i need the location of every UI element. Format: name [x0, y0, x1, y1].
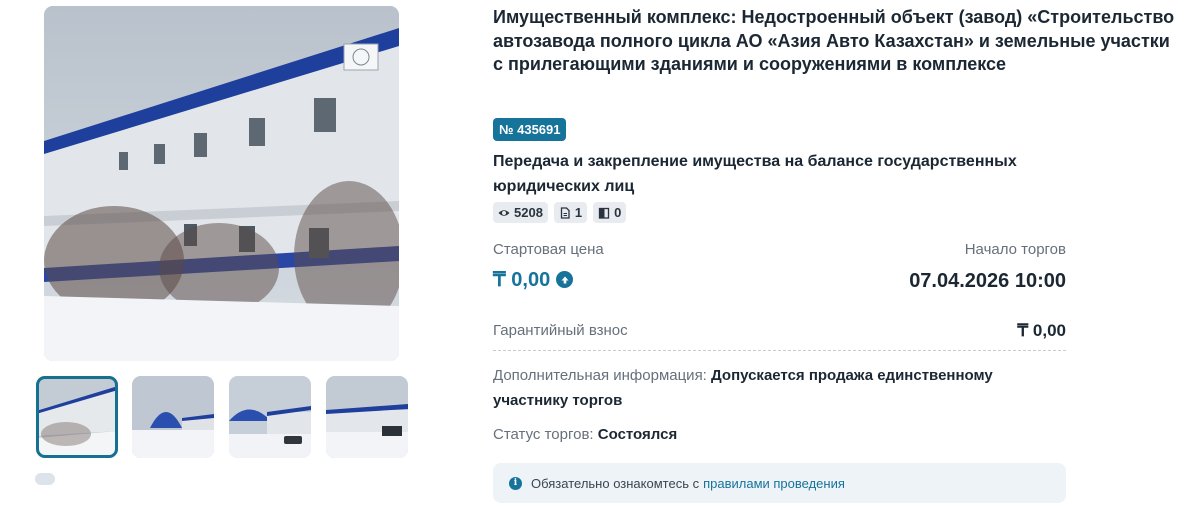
carousel-dot[interactable] — [35, 473, 55, 485]
lot-info: Имущественный комплекс: Недостроенный об… — [493, 6, 1183, 503]
additional-info-label: Дополнительная информация: — [493, 367, 707, 384]
trade-start-date: 07.04.2026 10:00 — [909, 270, 1066, 292]
start-price-value: ₸ 0,00 — [493, 269, 551, 291]
lot-category: Передача и закрепление имущества на бала… — [493, 153, 1017, 195]
deposit-row: Гарантийный взнос ₸ 0,00 — [493, 321, 1066, 351]
carousel-dots — [35, 473, 55, 485]
main-photo[interactable] — [44, 6, 399, 361]
deposit-label: Гарантийный взнос — [493, 322, 628, 339]
additional-info: Дополнительная информация: Допускается п… — [493, 363, 1053, 413]
thumbnail-image — [229, 376, 311, 458]
trade-status-label: Статус торгов: — [493, 426, 594, 443]
applications-count: 0 — [614, 205, 622, 220]
thumbnail-4[interactable] — [326, 376, 408, 458]
info-icon: i — [509, 476, 522, 490]
eye-icon — [498, 209, 510, 216]
thumbnail-strip — [36, 376, 408, 458]
thumbnail-3[interactable] — [229, 376, 311, 458]
start-price: ₸ 0,00 — [493, 267, 574, 292]
rules-notice-text: Обязательно ознакомтесь с — [531, 475, 700, 491]
rules-notice: i Обязательно ознакомтесь с правилами пр… — [493, 463, 1066, 503]
lot-number-badge: № 435691 — [493, 118, 567, 141]
building-photo — [44, 6, 399, 361]
documents-count: 1 — [574, 205, 583, 220]
start-price-label: Стартовая цена — [493, 241, 604, 258]
trade-status: Статус торгов: Состоялся — [493, 426, 677, 443]
thumbnail-1[interactable] — [36, 376, 118, 458]
views-count: 5208 — [514, 205, 543, 220]
views-stat: 5208 — [493, 202, 548, 223]
trade-start-label: Начало торгов — [964, 241, 1066, 258]
thumbnail-image — [36, 376, 118, 458]
arrow-up-circle-icon[interactable] — [556, 271, 574, 288]
applications-stat: 0 — [593, 202, 627, 223]
deposit-value: ₸ 0,00 — [1017, 321, 1066, 340]
thumbnail-image — [326, 376, 408, 458]
lot-title: Имущественный комплекс: Недостроенный об… — [493, 7, 1175, 74]
trade-status-value: Состоялся — [597, 426, 678, 443]
door-icon — [599, 207, 610, 219]
lot-stats: 5208 1 0 — [493, 202, 627, 223]
documents-stat[interactable]: 1 — [553, 202, 588, 223]
document-icon — [560, 206, 570, 219]
thumbnail-image — [132, 376, 214, 458]
rules-link[interactable]: правилами проведения — [703, 476, 845, 491]
thumbnail-2[interactable] — [132, 376, 214, 458]
